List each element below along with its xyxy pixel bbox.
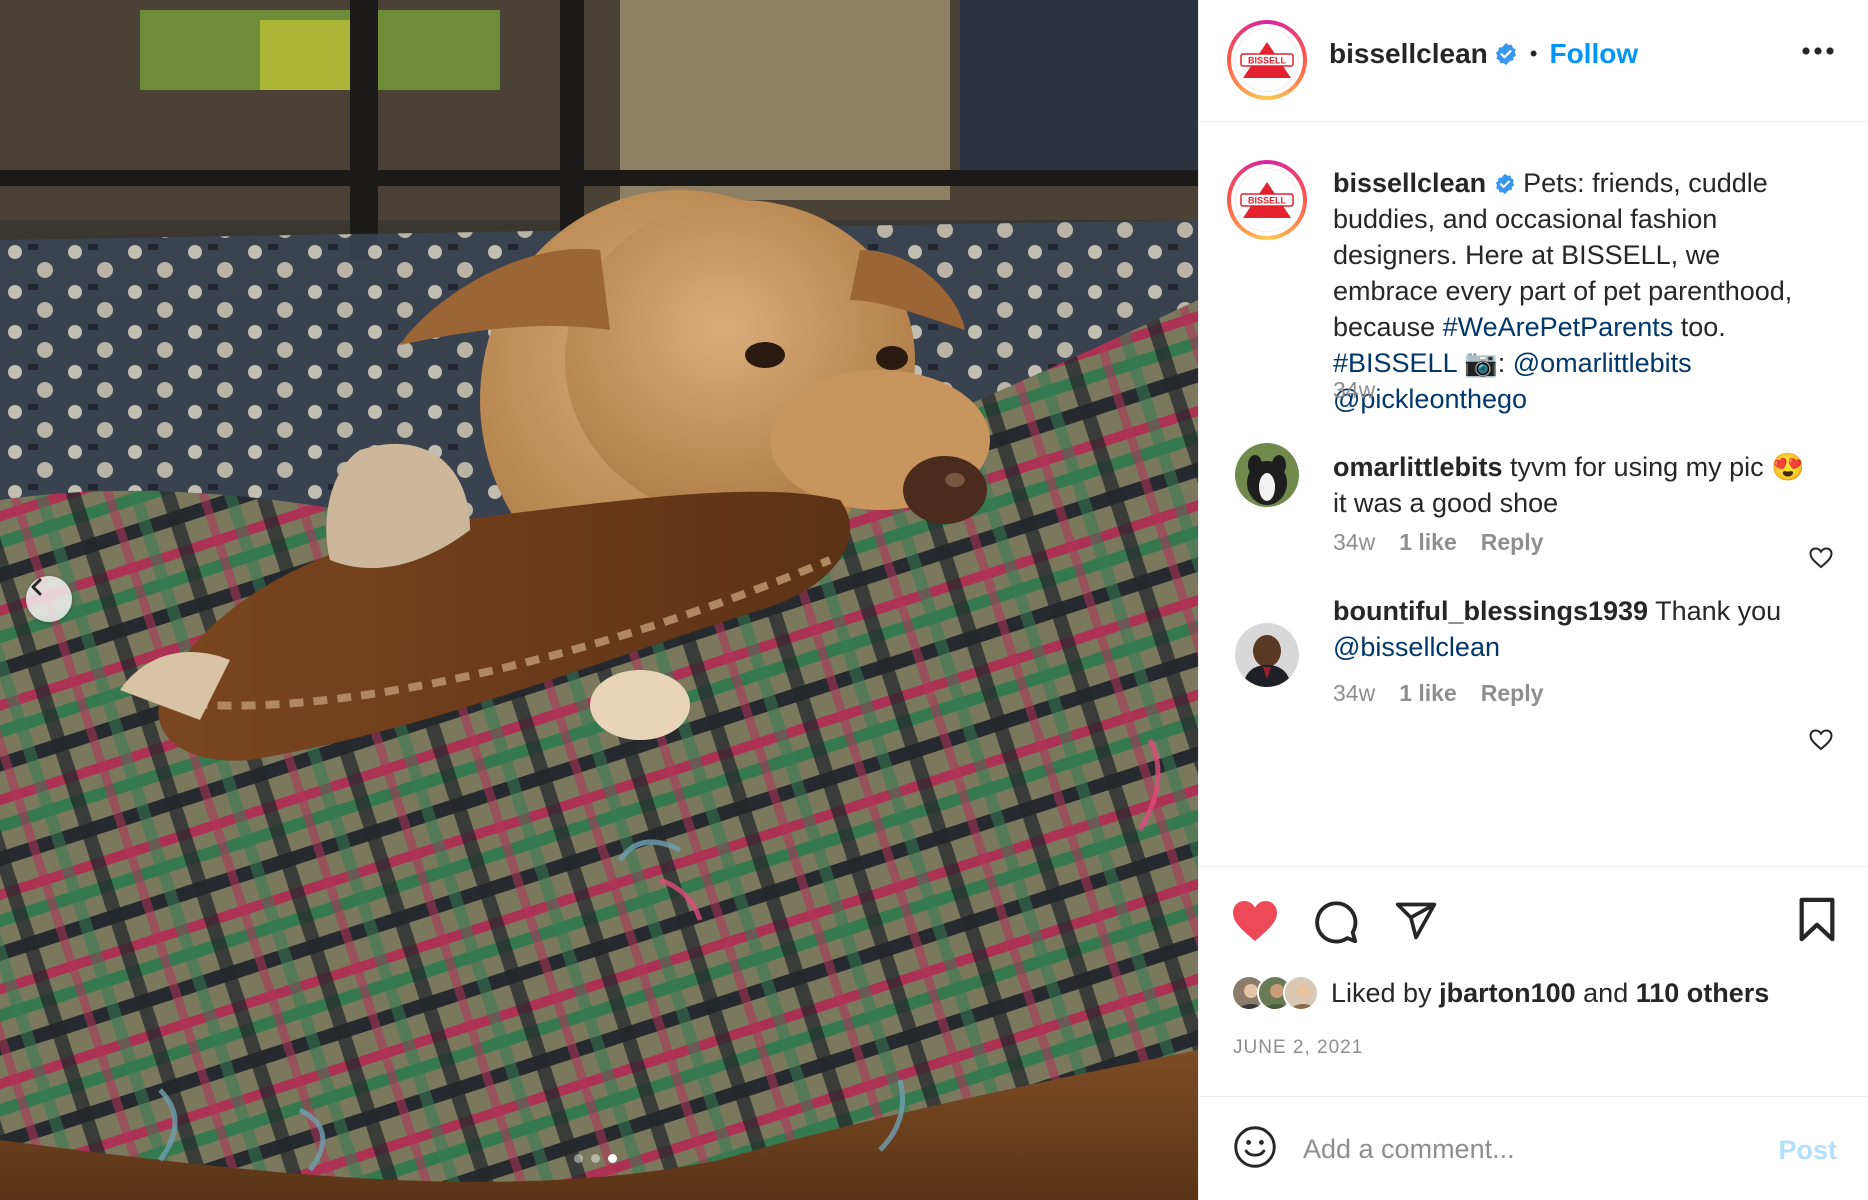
heart-eyes-emoji: 😍: [1771, 452, 1805, 482]
heart-icon[interactable]: [1231, 899, 1279, 943]
caption-age: 34w: [1333, 377, 1376, 403]
share-icon[interactable]: [1393, 899, 1439, 943]
comment-age: 34w: [1333, 680, 1376, 706]
hashtag-link[interactable]: #BISSELL: [1333, 348, 1457, 378]
author-username[interactable]: bissellclean: [1329, 38, 1488, 70]
bissell-logo-mark: BISSELL: [1240, 182, 1294, 218]
comment-username[interactable]: omarlittlebits: [1333, 452, 1503, 482]
bookmark-icon[interactable]: [1797, 897, 1837, 943]
verified-badge-icon: [1495, 173, 1514, 195]
dog-chewing-slipper-image: [0, 0, 1198, 1200]
hashtag-link[interactable]: #WeArePetParents: [1443, 312, 1674, 342]
avatar-inner: BISSELL: [1231, 24, 1303, 96]
caption-username[interactable]: bissellclean: [1333, 168, 1486, 198]
post-details-panel: BISSELL bissellclean • Follow BISSELL bi…: [1198, 0, 1868, 1200]
reply-button[interactable]: Reply: [1481, 680, 1544, 707]
chevron-left-icon: [31, 578, 42, 596]
carousel-indicator: [574, 1154, 617, 1163]
comment-likes[interactable]: 1 like: [1399, 680, 1457, 707]
liker-avatar-image: [1285, 977, 1317, 1009]
post-date[interactable]: JUNE 2, 2021: [1233, 1037, 1363, 1059]
mention-link[interactable]: @bissellclean: [1333, 632, 1500, 662]
comment-username[interactable]: bountiful_blessings1939: [1333, 596, 1648, 626]
commenter-avatar[interactable]: [1235, 443, 1299, 507]
comment-meta: 34w 1 like Reply: [1333, 529, 1543, 556]
comment-icon[interactable]: [1313, 899, 1359, 945]
camera-emoji: 📷:: [1456, 348, 1513, 378]
like-comment-heart-icon[interactable]: [1809, 547, 1833, 569]
bissell-logo: BISSELL: [1235, 28, 1299, 92]
comment-likes[interactable]: 1 like: [1399, 529, 1457, 556]
carousel-dot: [574, 1154, 583, 1163]
avatar-inner: BISSELL: [1231, 164, 1303, 236]
dog-avatar-image: [1235, 443, 1299, 507]
mention-link[interactable]: @omarlittlebits: [1513, 348, 1692, 378]
likes-summary: Liked by jbarton100 and 110 others: [1231, 975, 1769, 1011]
comment-input[interactable]: [1303, 1123, 1743, 1175]
carousel-dot: [591, 1154, 600, 1163]
comment-meta: 34w 1 like Reply: [1333, 680, 1543, 707]
person-avatar-image: [1235, 623, 1299, 687]
svg-text:BISSELL: BISSELL: [1248, 196, 1287, 206]
caption-body-mid: too.: [1673, 312, 1726, 342]
verified-badge-icon: [1495, 43, 1516, 65]
liker-avatar: [1283, 975, 1319, 1011]
comments-feed[interactable]: BISSELL bissellclean Pets: friends, cudd…: [1199, 123, 1868, 865]
carousel-prev-button[interactable]: [26, 576, 72, 622]
reply-button[interactable]: Reply: [1481, 529, 1544, 556]
liked-by-others[interactable]: 110 others: [1636, 978, 1770, 1008]
post-header: BISSELL bissellclean • Follow: [1199, 0, 1868, 122]
comment-body: Thank you: [1655, 596, 1782, 626]
caption-text: bissellclean Pets: friends, cuddle buddi…: [1333, 165, 1823, 417]
bissell-logo: BISSELL: [1235, 168, 1299, 232]
comment-body: it was a good shoe: [1333, 488, 1559, 518]
svg-text:BISSELL: BISSELL: [1248, 56, 1287, 66]
emoji-icon[interactable]: [1233, 1125, 1277, 1169]
likes-text: Liked by jbarton100 and 110 others: [1331, 978, 1769, 1009]
comment-text: omarlittlebits tyvm for using my pic 😍 i…: [1333, 449, 1823, 521]
post-comment-button[interactable]: Post: [1778, 1135, 1837, 1166]
liked-by-and: and: [1583, 977, 1629, 1008]
comment-text: bountiful_blessings1939 Thank you @bisse…: [1333, 593, 1823, 665]
commenter-avatar[interactable]: [1235, 623, 1299, 687]
carousel-dot-active: [608, 1154, 617, 1163]
post-actions: Liked by jbarton100 and 110 others JUNE …: [1199, 866, 1868, 1096]
header-separator: •: [1529, 41, 1538, 66]
comment-age: 34w: [1333, 529, 1376, 555]
liked-by-prefix: Liked by: [1331, 977, 1432, 1008]
more-options-icon[interactable]: [1801, 46, 1835, 56]
bissell-logo-mark: BISSELL: [1240, 42, 1294, 78]
like-comment-heart-icon[interactable]: [1809, 729, 1833, 751]
post-photo[interactable]: [0, 0, 1198, 1200]
header-user: bissellclean • Follow: [1329, 38, 1638, 70]
caption-author-avatar[interactable]: BISSELL: [1227, 160, 1307, 240]
comment-body: tyvm for using my pic: [1510, 452, 1772, 482]
author-avatar[interactable]: BISSELL: [1227, 20, 1307, 100]
comment-composer: Post: [1199, 1096, 1868, 1200]
liked-by-user[interactable]: jbarton100: [1439, 978, 1576, 1008]
follow-button[interactable]: Follow: [1549, 38, 1638, 70]
caption-meta: 34w: [1333, 377, 1375, 404]
